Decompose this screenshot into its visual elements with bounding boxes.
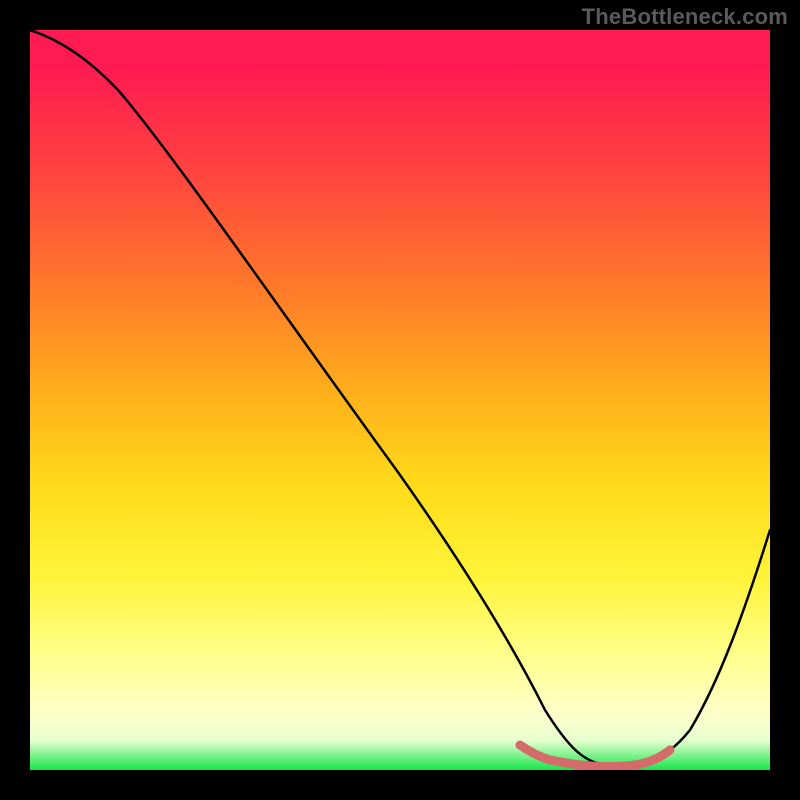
curve-layer	[30, 30, 770, 770]
optimal-band-curve	[520, 745, 670, 767]
main-curve-group	[30, 30, 770, 766]
watermark-text: TheBottleneck.com	[582, 4, 788, 30]
plot-area	[30, 30, 770, 770]
bottleneck-curve	[30, 30, 770, 766]
chart-stage: TheBottleneck.com	[0, 0, 800, 800]
optimal-band-group	[520, 745, 670, 767]
